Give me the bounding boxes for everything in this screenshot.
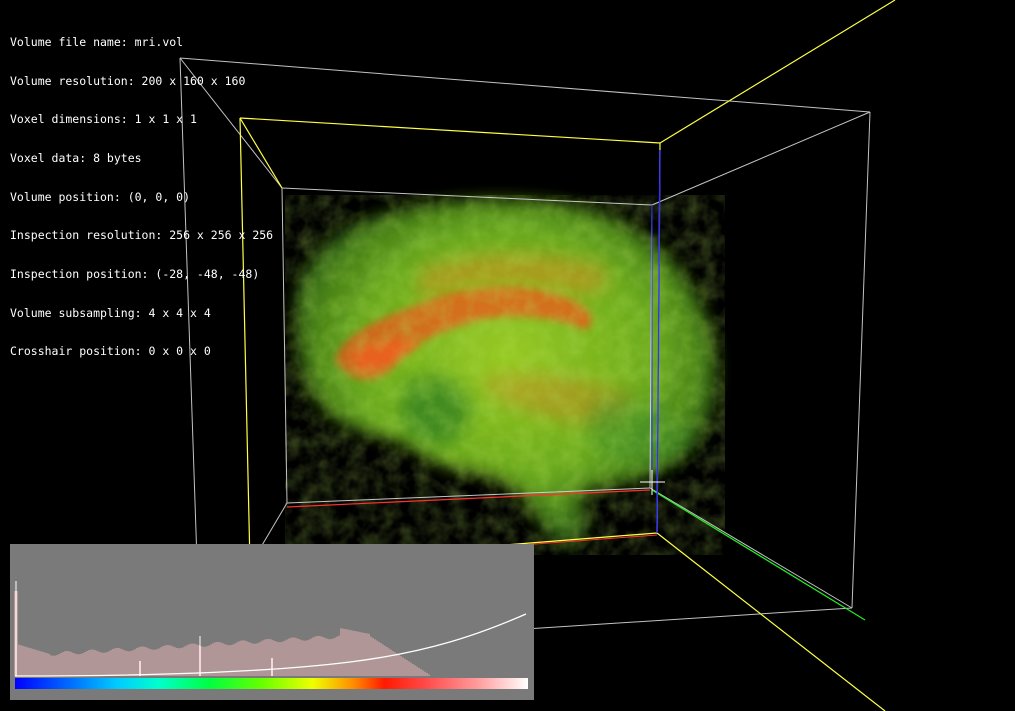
- info-line: Voxel dimensions: 1 x 1 x 1: [10, 112, 197, 127]
- colormap-bar[interactable]: [15, 678, 528, 689]
- transfer-function-editor[interactable]: [10, 544, 534, 700]
- info-line: Volume file name: mri.vol: [10, 34, 184, 49]
- info-line: Voxel data: 8 bytes: [10, 150, 142, 165]
- histogram: [14, 581, 430, 676]
- info-line: Volume resolution: 200 x 160 x 160: [10, 73, 246, 88]
- info-line: Volume subsampling: 4 x 4 x 4: [10, 305, 211, 320]
- volume-viewer[interactable]: Volume file name: mri.vol Volume resolut…: [0, 0, 1015, 711]
- info-line: Inspection position: (-28, -48, -48): [10, 267, 260, 282]
- info-line: Inspection resolution: 256 x 256 x 256: [10, 228, 274, 243]
- volume-info-overlay: Volume file name: mri.vol Volume resolut…: [10, 10, 273, 384]
- info-line: Volume position: (0, 0, 0): [10, 189, 191, 204]
- info-line: Crosshair position: 0 x 0 x 0: [10, 344, 211, 359]
